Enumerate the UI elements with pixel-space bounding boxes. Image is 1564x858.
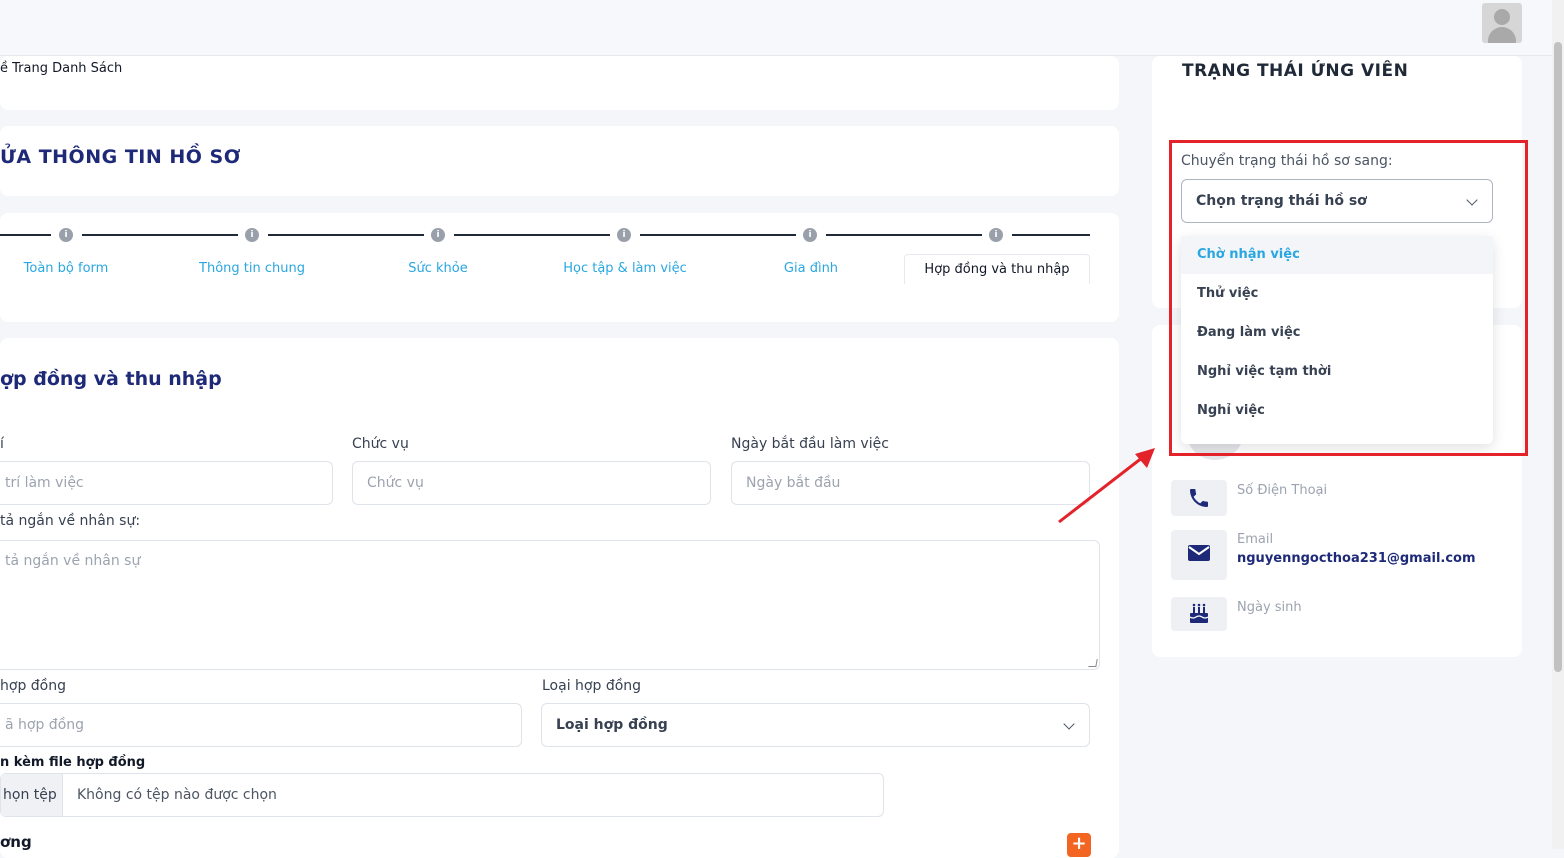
contract-type-label: Loại hợp đồng (542, 678, 642, 694)
highlight-annotation-box (1169, 140, 1528, 456)
step-dot-info-icon[interactable]: i (803, 228, 817, 242)
step-connector (454, 234, 610, 236)
step-dot-info-icon[interactable]: i (59, 228, 73, 242)
description-label: tả ngắn về nhân sự: (0, 513, 141, 529)
description-textarea[interactable]: tả ngắn về nhân sự (0, 540, 1100, 670)
scrollbar-thumb[interactable] (1554, 42, 1562, 672)
top-bar (0, 0, 1552, 56)
phone-icon-box (1171, 480, 1227, 516)
description-placeholder: tả ngắn về nhân sự (5, 553, 141, 569)
tab-health[interactable]: Sức khỏe (378, 254, 498, 284)
envelope-icon (1188, 545, 1210, 561)
tab-contract-income[interactable]: Hợp đồng và thu nhập (904, 254, 1090, 284)
contract-type-value: Loại hợp đồng (556, 717, 668, 733)
back-to-list-link[interactable]: ề Trang Danh Sách (0, 61, 122, 76)
tab-general-info[interactable]: Thông tin chung (182, 254, 322, 284)
birthday-cake-icon (1189, 603, 1209, 623)
chevron-down-icon (1063, 718, 1075, 730)
avatar-head (1494, 9, 1510, 25)
user-avatar[interactable] (1482, 3, 1522, 43)
step-connector (1012, 234, 1090, 236)
tab-family[interactable]: Gia đình (751, 254, 871, 284)
step-connector (826, 234, 982, 236)
contract-code-input[interactable]: ã hợp đồng (0, 703, 522, 747)
position-input[interactable]: Chức vụ (352, 461, 711, 505)
step-dot-info-icon[interactable]: i (617, 228, 631, 242)
contract-code-label: hợp đồng (0, 678, 66, 694)
tab-full-form[interactable]: Toàn bộ form (6, 254, 126, 284)
birthday-icon-box (1171, 597, 1227, 631)
attachment-label: n kèm file hợp đồng (0, 755, 146, 770)
back-card (0, 56, 1119, 110)
page-scrollbar[interactable] (1552, 0, 1564, 849)
salary-label: ơng (0, 833, 32, 851)
email-value: nguyenngocthoa231@gmail.com (1237, 551, 1476, 566)
resize-handle-icon[interactable] (1088, 659, 1098, 667)
step-connector (0, 234, 51, 236)
avatar-body (1488, 27, 1516, 43)
birthday-label: Ngày sinh (1237, 600, 1302, 615)
step-dot-info-icon[interactable]: i (989, 228, 1003, 242)
status-panel-title: TRẠNG THÁI ỨNG VIÊN (1182, 61, 1409, 81)
step-dot-info-icon[interactable]: i (245, 228, 259, 242)
step-connector (268, 234, 424, 236)
file-status: Không có tệp nào được chọn (77, 787, 277, 803)
position-label: Chức vụ (352, 436, 409, 452)
step-connector (640, 234, 796, 236)
add-salary-button[interactable]: + (1067, 833, 1091, 857)
page-title: ỬA THÔNG TIN HỒ SƠ (0, 146, 241, 168)
contract-type-select[interactable]: Loại hợp đồng (541, 703, 1090, 747)
start-date-label: Ngày bắt đầu làm việc (731, 436, 889, 452)
contract-file-input[interactable]: họn tệp Không có tệp nào được chọn (0, 773, 884, 817)
section-title: ợp đồng và thu nhập (0, 368, 222, 390)
choose-file-button[interactable]: họn tệp (1, 774, 63, 816)
workplace-label: í (0, 436, 4, 452)
step-dot-info-icon[interactable]: i (431, 228, 445, 242)
email-label: Email (1237, 532, 1274, 547)
phone-icon (1190, 489, 1208, 507)
start-date-input[interactable]: Ngày bắt đầu (731, 461, 1090, 505)
step-connector (82, 234, 238, 236)
annotation-arrow-icon (1058, 448, 1155, 524)
tab-education-work[interactable]: Học tập & làm việc (550, 254, 700, 284)
phone-label: Số Điện Thoại (1237, 483, 1328, 498)
workplace-input[interactable]: trí làm việc (0, 461, 333, 505)
email-icon-box (1171, 530, 1227, 580)
